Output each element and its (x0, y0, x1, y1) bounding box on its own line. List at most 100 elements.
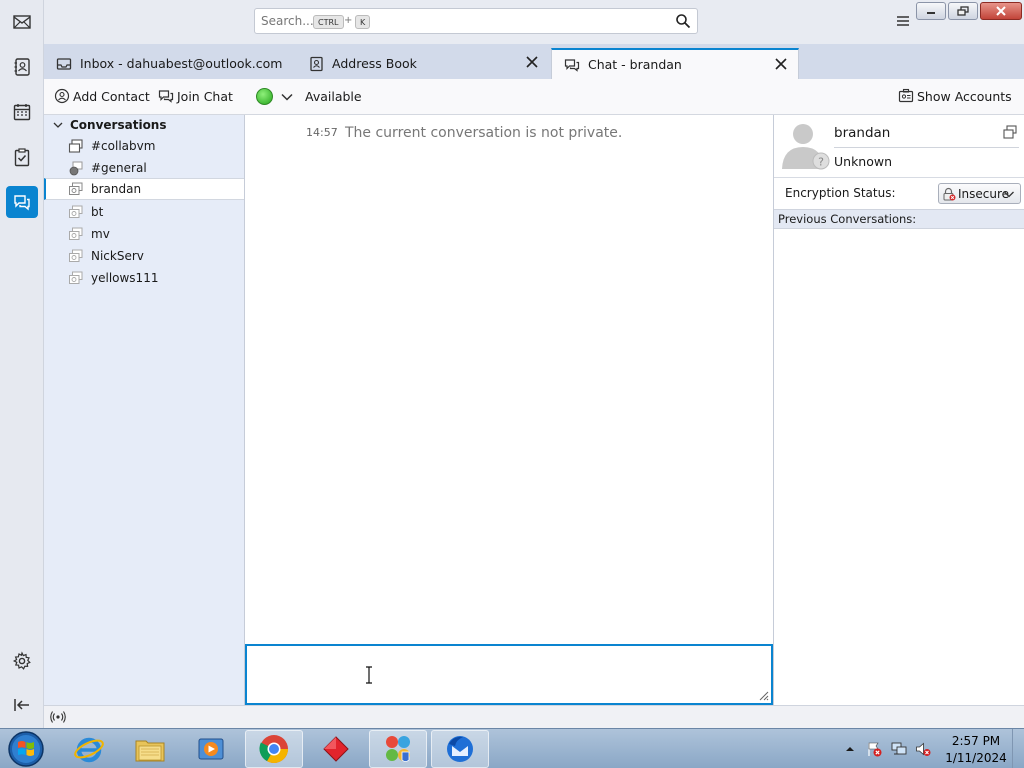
taskbar-clock-time[interactable]: 2:57 PM (948, 734, 1004, 748)
global-search-input[interactable]: Search... CTRL + K (254, 8, 698, 34)
chevron-down-icon (53, 122, 63, 128)
tab-label: Chat - brandan (588, 57, 682, 72)
search-icon[interactable] (675, 13, 691, 29)
status-available-icon[interactable] (256, 88, 273, 105)
taskbar-clock-date[interactable]: 1/11/2024 (945, 751, 1007, 765)
conversation-item-nickserv[interactable]: NickServ (44, 245, 244, 267)
window-controls (916, 2, 1022, 20)
conversation-item-bt[interactable]: bt (44, 201, 244, 223)
add-contact-button[interactable]: Add Contact (54, 88, 150, 104)
conversation-item-mv[interactable]: mv (44, 223, 244, 245)
thunderbird-icon (447, 736, 473, 762)
conversation-item-yellows111[interactable]: yellows111 (44, 267, 244, 289)
direct-message-icon (69, 227, 83, 240)
direct-message-icon (69, 249, 83, 262)
minimize-button[interactable] (916, 2, 946, 20)
join-chat-label: Join Chat (177, 88, 233, 104)
chat-icon (564, 58, 580, 72)
online-status-icon[interactable] (50, 710, 66, 724)
mail-space-button[interactable] (6, 6, 38, 38)
close-window-button[interactable] (980, 2, 1022, 20)
collapse-spaces-button[interactable] (6, 689, 38, 721)
network-icon[interactable] (891, 741, 907, 757)
close-icon (996, 6, 1006, 16)
taskbar-media-player[interactable] (182, 730, 240, 768)
show-accounts-button[interactable]: Show Accounts (898, 88, 1012, 104)
show-desktop-button[interactable] (1012, 729, 1024, 768)
direct-message-icon (69, 182, 83, 195)
chat-space-button[interactable] (6, 186, 38, 218)
shortcut-key-k: K (355, 15, 371, 29)
action-center-flag-icon[interactable] (866, 741, 882, 757)
shortcut-plus: + (344, 15, 353, 26)
inbox-icon (56, 57, 72, 70)
tab-label: Inbox - dahuabest@outlook.com (80, 56, 283, 71)
message-input[interactable] (245, 644, 773, 705)
app-menu-icon[interactable] (894, 12, 912, 30)
search-placeholder: Search... (261, 14, 314, 28)
conversation-item-general[interactable]: #general (44, 157, 244, 179)
taskbar-thunderbird[interactable] (431, 730, 489, 768)
tab-chat[interactable]: Chat - brandan (551, 48, 799, 79)
gear-icon (12, 651, 31, 670)
tasks-icon (14, 148, 30, 167)
encryption-row: Encryption Status: Insecure (774, 177, 1024, 209)
start-button[interactable] (6, 730, 46, 768)
address-book-space-button[interactable] (6, 51, 38, 83)
show-hidden-icons-icon[interactable] (842, 741, 858, 757)
conversation-list: Conversations #collabvm #general brandan… (44, 115, 245, 705)
tasks-space-button[interactable] (6, 141, 38, 173)
buddy-name: brandan (834, 125, 891, 141)
taskbar-chrome[interactable] (245, 730, 303, 768)
close-tab-icon[interactable] (525, 55, 539, 69)
status-label[interactable]: Available (305, 89, 362, 104)
insecure-lock-icon (943, 187, 956, 200)
taskbar-app-colorful[interactable] (369, 730, 427, 768)
system-message: The current conversation is not private. (345, 125, 623, 141)
volume-muted-icon[interactable] (915, 741, 931, 757)
taskbar-file-explorer[interactable] (121, 730, 179, 768)
close-tab-icon[interactable] (774, 57, 788, 71)
direct-message-icon (69, 271, 83, 284)
conversation-item-collabvm[interactable]: #collabvm (44, 135, 244, 157)
minimize-icon (927, 12, 935, 14)
taskbar-app-red-diamond[interactable] (307, 730, 365, 768)
buddy-status: Unknown (834, 154, 893, 169)
shortcut-key-ctrl: CTRL (313, 15, 344, 29)
previous-conversations-header: Previous Conversations: (774, 209, 1024, 229)
calendar-space-button[interactable] (6, 96, 38, 128)
conversation-item-brandan[interactable]: brandan (44, 178, 244, 200)
encryption-status-label: Encryption Status: (785, 186, 896, 200)
taskbar-internet-explorer[interactable] (60, 730, 118, 768)
conversations-group-header[interactable]: Conversations (52, 118, 167, 132)
colorful-app-icon (386, 736, 410, 762)
conversation-name: yellows111 (91, 271, 159, 285)
chat-icon (14, 195, 30, 211)
status-bar (44, 705, 1024, 728)
collapse-left-icon (14, 699, 29, 711)
open-in-window-icon[interactable] (1002, 124, 1018, 140)
chevron-down-icon[interactable] (280, 90, 294, 104)
tab-bar: Inbox - dahuabest@outlook.com Address Bo… (44, 44, 1024, 79)
conversation-name: brandan (91, 182, 142, 196)
divider (834, 147, 1019, 148)
add-contact-label: Add Contact (73, 88, 150, 104)
show-accounts-label: Show Accounts (917, 88, 1012, 104)
resize-grip-icon[interactable] (757, 689, 769, 701)
address-book-icon (310, 56, 323, 71)
calendar-icon (13, 104, 31, 121)
contact-info-pane: ? brandan Unknown Encryption Status: Ins… (773, 115, 1024, 705)
restore-button[interactable] (948, 2, 978, 20)
restore-icon (957, 6, 969, 16)
windows-taskbar: 2:57 PM 1/11/2024 (0, 728, 1024, 768)
join-chat-button[interactable]: Join Chat (158, 88, 233, 104)
encryption-status-button[interactable]: Insecure (938, 183, 1021, 204)
chevron-down-icon (1004, 191, 1014, 198)
tab-inbox[interactable]: Inbox - dahuabest@outlook.com (44, 48, 294, 79)
settings-button[interactable] (6, 645, 38, 677)
join-chat-icon (158, 90, 174, 103)
conversation-name: bt (91, 205, 104, 219)
add-contact-icon (54, 88, 70, 104)
tab-address-book[interactable]: Address Book (296, 48, 549, 79)
encryption-status-value: Insecure (958, 186, 1010, 201)
